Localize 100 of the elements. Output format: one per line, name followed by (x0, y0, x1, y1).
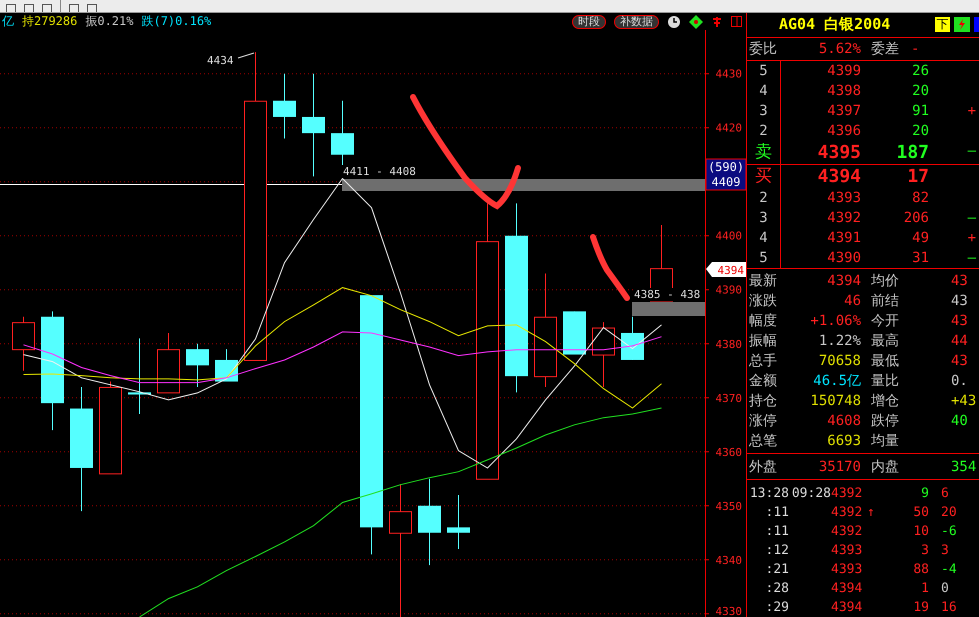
ratio-value: 5.62% (818, 40, 861, 60)
info-text: 跌(7)0.16% (141, 13, 212, 30)
stat-label: 最新 (748, 272, 778, 292)
stat-value: 150748 (809, 392, 861, 412)
change-mark: + (966, 102, 977, 122)
tick-time: :12 (764, 542, 789, 560)
change-mark: — (966, 249, 977, 268)
order-level: 卖 (747, 141, 781, 164)
tick-price: 4392 (831, 504, 861, 522)
cursor-price-label: (590) 4409 (706, 158, 746, 190)
order-volume: 20 (911, 82, 929, 102)
order-volume: 26 (911, 62, 929, 82)
order-level: 2 (747, 121, 781, 142)
window-icon[interactable] (731, 16, 742, 27)
stat-label: 振幅 (748, 332, 778, 352)
tick-volume: 1 (920, 580, 929, 598)
clock-icon[interactable] (667, 14, 681, 28)
stat-value: +1.06% (809, 312, 861, 332)
change-mark: — (966, 142, 977, 162)
order-volume: 20 (911, 122, 929, 142)
change-mark: — (966, 209, 977, 228)
diamond-icon[interactable] (689, 14, 703, 28)
axis-label: 4340 (716, 554, 742, 567)
axis-label: 4330 (716, 605, 742, 617)
outer-value: 35170 (818, 458, 861, 477)
stat-value: 44 (951, 332, 969, 352)
high-price-label: 4434 (207, 54, 234, 67)
candlestick (592, 322, 615, 388)
inner-label: 内盘 (870, 458, 900, 477)
stat-label: 涨跌 (748, 292, 778, 312)
stat-value: 40 (951, 412, 969, 432)
tick-time: :28 (764, 580, 789, 598)
stat-label: 今开 (870, 312, 900, 332)
order-level: 5 (747, 248, 781, 268)
stat-value: 46 (843, 292, 861, 312)
stat-label: 总手 (748, 352, 778, 372)
tick-price: 4393 (831, 561, 861, 579)
stat-label: 涨停 (748, 412, 778, 432)
order-level: 买 (747, 165, 781, 188)
stat-label: 幅度 (748, 312, 778, 332)
ratio-value: - (911, 40, 920, 60)
order-price: 4397 (826, 102, 861, 122)
info-text: 亿 (2, 13, 14, 30)
tick-volume: 9 (920, 485, 929, 503)
axis-label: 4430 (716, 68, 742, 81)
toolbar-button[interactable]: 时段 (572, 14, 606, 28)
order-button[interactable]: 下 (935, 17, 950, 32)
order-price: 4391 (826, 229, 861, 248)
tick-change: 6 (940, 485, 950, 503)
order-volume: 187 (895, 141, 929, 164)
order-price: 4395 (816, 141, 861, 164)
axis-label: 4420 (716, 122, 742, 135)
tick-price: 4394 (831, 580, 861, 598)
order-level: 4 (747, 81, 781, 102)
order-level: 3 (747, 208, 781, 228)
ratio-label: 委比 (748, 40, 778, 60)
stat-label: 量比 (870, 372, 900, 392)
stat-value: 1.22% (818, 332, 861, 352)
lightning-icon[interactable] (954, 17, 970, 32)
tick-price: 4394 (831, 599, 861, 617)
stat-label: 跌停 (870, 412, 900, 432)
axis-label: 4380 (716, 338, 742, 351)
order-price: 4394 (816, 165, 861, 188)
tick-price: 4393 (831, 542, 861, 560)
outer-label: 外盘 (748, 458, 778, 477)
stat-value: 4608 (826, 412, 861, 432)
zone-label: 4411 - 4408 (343, 165, 416, 178)
order-price: 4396 (826, 122, 861, 142)
axis-label: 4360 (716, 446, 742, 459)
stat-value: 43 (951, 352, 969, 372)
candlestick (273, 73, 296, 140)
tick-change: -4 (940, 561, 958, 579)
candlestick (157, 332, 180, 394)
toolbar-button[interactable]: 补数据 (614, 14, 659, 28)
candlestick (215, 348, 238, 382)
tick-time: 13:28 (748, 485, 789, 503)
tick-volume: 19 (912, 599, 929, 617)
order-volume: 82 (911, 189, 929, 208)
ratio-label: 委差 (870, 40, 900, 60)
info-text: 持279286 (22, 13, 78, 30)
tick-time: :11 (764, 504, 789, 522)
order-price: 4398 (826, 82, 861, 102)
stat-label: 持仓 (748, 392, 778, 412)
stat-label: 最低 (870, 352, 900, 372)
stat-value: +43 (951, 392, 978, 412)
stat-label: 总笔 (748, 432, 778, 452)
stat-value: 0. (951, 372, 969, 392)
tick-change: 0 (940, 580, 950, 598)
zone-label: 4385 - 438 (634, 288, 700, 301)
info-text: 振0.21% (85, 13, 134, 30)
candlestick (621, 316, 644, 360)
tick-time: :29 (764, 599, 789, 617)
stat-label: 均量 (870, 432, 900, 452)
tick-arrow: ↑ (866, 504, 876, 522)
inner-value: 354 (951, 458, 978, 477)
change-mark: + (966, 229, 977, 248)
order-level: 4 (747, 228, 781, 248)
axis-label: 4350 (716, 500, 742, 513)
instrument-title: AG04 白银2004 (779, 15, 892, 34)
axis-label: 4370 (716, 392, 742, 405)
